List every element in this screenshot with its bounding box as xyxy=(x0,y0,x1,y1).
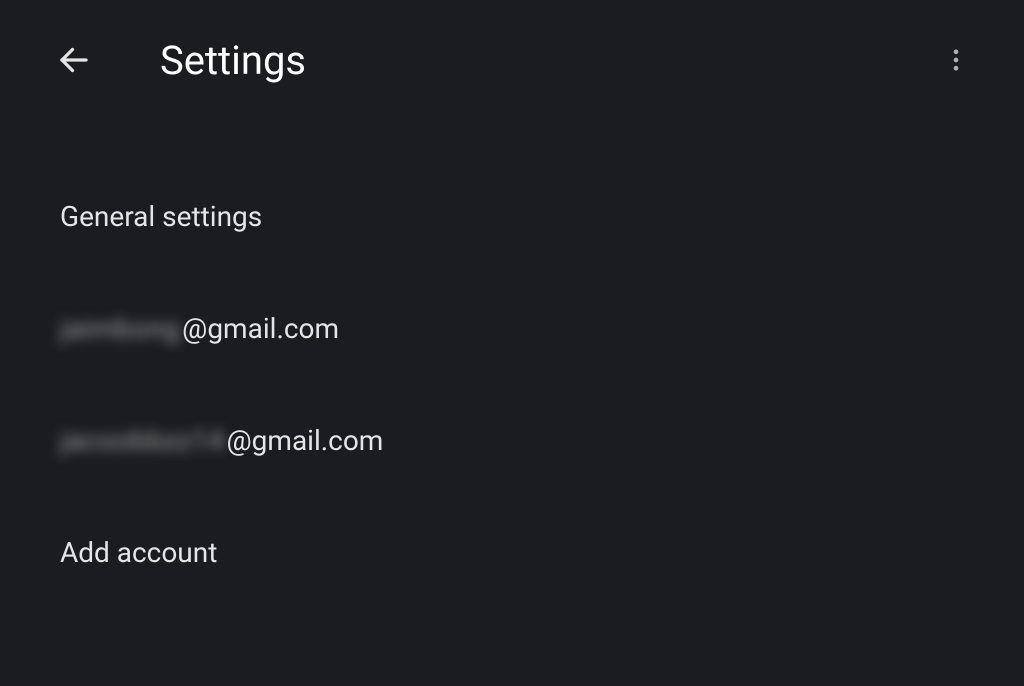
account-domain: @gmail.com xyxy=(182,312,339,345)
more-options-button[interactable] xyxy=(932,36,980,84)
general-settings-label: General settings xyxy=(60,200,262,233)
back-button[interactable] xyxy=(50,36,98,84)
arrow-left-icon xyxy=(56,42,92,78)
page-title: Settings xyxy=(160,37,306,84)
settings-list: General settings jaimbong @gmail.com jac… xyxy=(0,120,1024,608)
account-local-blurred: jacoobbzz14 xyxy=(60,424,225,457)
account-domain: @gmail.com xyxy=(227,424,384,457)
account-local-blurred: jaimbong xyxy=(60,312,180,345)
add-account-label: Add account xyxy=(60,536,217,569)
account-item-2[interactable]: jacoobbzz14 @gmail.com xyxy=(60,384,964,496)
account-email-1: jaimbong @gmail.com xyxy=(60,312,339,345)
header: Settings xyxy=(0,0,1024,120)
add-account-item[interactable]: Add account xyxy=(60,496,964,608)
more-vertical-icon xyxy=(942,46,970,74)
account-email-2: jacoobbzz14 @gmail.com xyxy=(60,424,383,457)
account-item-1[interactable]: jaimbong @gmail.com xyxy=(60,272,964,384)
general-settings-item[interactable]: General settings xyxy=(60,160,964,272)
